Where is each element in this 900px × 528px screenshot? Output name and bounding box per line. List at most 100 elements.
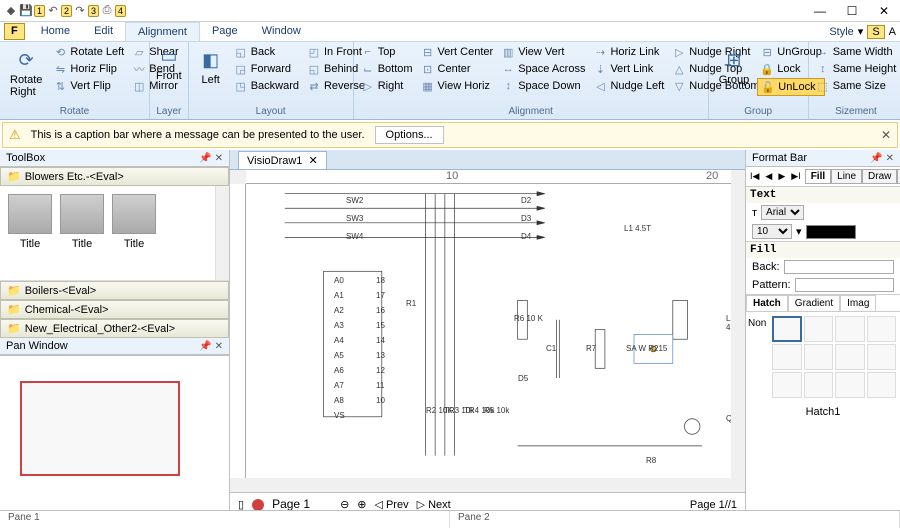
list-item[interactable]: Title	[112, 194, 156, 272]
vert-flip-button[interactable]: ⇅Vert Flip	[50, 78, 127, 94]
fmt-tab-draw[interactable]: Draw	[862, 169, 897, 184]
pattern-color-input[interactable]	[795, 278, 894, 292]
ic-pin: 17	[376, 291, 385, 300]
nav-next-icon[interactable]: ▶	[776, 171, 787, 182]
qat-undo-icon[interactable]: ↶	[46, 4, 60, 18]
fmt-tab-line[interactable]: Line	[831, 169, 862, 184]
style-code[interactable]: S	[867, 25, 884, 39]
cat-blowers[interactable]: 📁Blowers Etc.-<Eval>	[0, 167, 229, 186]
pin-icon[interactable]: 📌 ✕	[199, 153, 223, 164]
rotate-right-button[interactable]: ⟳ Rotate Right	[4, 44, 48, 102]
minimize-button[interactable]: —	[808, 2, 832, 20]
center-button[interactable]: ⊡Center	[418, 61, 497, 77]
cat-chemical[interactable]: 📁Chemical-<Eval>	[0, 300, 229, 319]
nav-prev-icon[interactable]: ◀	[763, 171, 774, 182]
hatch-cell[interactable]	[804, 344, 833, 370]
space-down-button[interactable]: ↕Space Down	[498, 78, 588, 94]
mirror-icon: ◫	[132, 79, 146, 93]
drawing-canvas[interactable]: SW2 SW3 SW4 D2 D3 D4 R6 10 K C1 D5 R7 SA…	[246, 184, 731, 478]
label-r7: R7	[586, 344, 596, 353]
dropdown-icon[interactable]: ▾	[796, 225, 802, 238]
front-button[interactable]: ▭Front	[154, 44, 184, 82]
color-swatch[interactable]	[806, 225, 856, 239]
maximize-button[interactable]: ☐	[840, 2, 864, 20]
tab-window[interactable]: Window	[250, 22, 313, 41]
nav-last-icon[interactable]: ▶I	[789, 171, 802, 182]
same-width-button[interactable]: ↔Same Width	[813, 44, 900, 60]
style-dropdown-icon[interactable]: ▾	[858, 25, 864, 38]
hatch-cell[interactable]	[804, 372, 833, 398]
hatch-tab-gradient[interactable]: Gradient	[788, 295, 840, 311]
pan-preview-rect[interactable]	[20, 381, 180, 476]
group-button[interactable]: ⊞Group	[713, 44, 756, 90]
horizontal-ruler[interactable]: 10 20	[246, 170, 731, 184]
forward-button[interactable]: ◲Forward	[231, 61, 302, 77]
vert-link-button[interactable]: ⇣Vert Link	[590, 61, 667, 77]
cat-boilers[interactable]: 📁Boilers-<Eval>	[0, 281, 229, 300]
hatch-cell[interactable]	[772, 344, 801, 370]
file-menu[interactable]: F	[4, 23, 25, 40]
toolbox-header: ToolBox 📌 ✕	[0, 150, 229, 167]
back-color-input[interactable]	[784, 260, 894, 274]
close-button[interactable]: ✕	[872, 2, 896, 20]
hatch-cell[interactable]	[772, 316, 801, 342]
scrollbar[interactable]	[215, 186, 229, 280]
cat-electrical[interactable]: 📁New_Electrical_Other2-<Eval>	[0, 319, 229, 338]
label-r8: R8	[646, 456, 656, 465]
backward-button[interactable]: ◳Backward	[231, 78, 302, 94]
hatch-cell[interactable]	[772, 372, 801, 398]
fmt-tab-fill[interactable]: Fill	[805, 169, 831, 184]
layout-left-button[interactable]: ◧Left	[193, 44, 229, 90]
rotate-left-button[interactable]: ⟲Rotate Left	[50, 44, 127, 60]
caption-text: This is a caption bar where a message ca…	[31, 129, 365, 141]
close-icon[interactable]: ✕	[308, 154, 317, 167]
hatch-cell[interactable]	[835, 316, 864, 342]
list-item[interactable]: Title	[60, 194, 104, 272]
vert-center-button[interactable]: ⊟Vert Center	[418, 44, 497, 60]
tab-page[interactable]: Page	[200, 22, 250, 41]
hatch-cell[interactable]	[835, 344, 864, 370]
horiz-link-button[interactable]: ⇢Horiz Link	[590, 44, 667, 60]
ic-pin: A1	[334, 291, 344, 300]
hatch-cell[interactable]	[835, 372, 864, 398]
label-l2: L2 4.5T	[726, 314, 731, 332]
tab-home[interactable]: Home	[29, 22, 82, 41]
align-bottom-button[interactable]: ⌙Bottom	[358, 61, 416, 77]
pin-icon[interactable]: 📌 ✕	[870, 153, 894, 164]
tab-alignment[interactable]: Alignment	[125, 22, 200, 41]
space-across-button[interactable]: ↔Space Across	[498, 61, 588, 77]
hatch-cell[interactable]	[867, 372, 896, 398]
pin-icon[interactable]: 📌 ✕	[199, 341, 223, 352]
view-vert-button[interactable]: ▥View Vert	[498, 44, 588, 60]
hatch-cell[interactable]	[867, 344, 896, 370]
back-button[interactable]: ◱Back	[231, 44, 302, 60]
record-icon[interactable]	[252, 499, 264, 511]
font-select[interactable]: Arial	[761, 205, 804, 220]
horiz-flip-button[interactable]: ⇋Horiz Flip	[50, 61, 127, 77]
hatch-tab-image[interactable]: Imag	[840, 295, 876, 311]
pan-window[interactable]	[0, 355, 229, 516]
qat-print-icon[interactable]: ⎙	[100, 4, 114, 18]
shape-gallery[interactable]: Title Title Title	[0, 186, 229, 281]
options-button[interactable]: Options...	[375, 126, 444, 144]
hatch-cell[interactable]	[804, 316, 833, 342]
qat-save-icon[interactable]: 💾	[19, 4, 33, 18]
caption-close-button[interactable]: ✕	[881, 128, 891, 142]
same-height-button[interactable]: ↕Same Height	[813, 61, 900, 77]
align-right-button[interactable]: ▷Right	[358, 78, 416, 94]
nudge-left-button[interactable]: ◁Nudge Left	[590, 78, 667, 94]
align-top-button[interactable]: ⌐Top	[358, 44, 416, 60]
same-size-button[interactable]: ⬚Same Size	[813, 78, 900, 94]
nav-first-icon[interactable]: I◀	[748, 171, 761, 182]
fontsize-select[interactable]: 10	[752, 224, 792, 239]
view-horiz-button[interactable]: ▦View Horiz	[418, 78, 497, 94]
hatch-tab-hatch[interactable]: Hatch	[746, 295, 788, 311]
style-a-icon[interactable]: A	[889, 26, 896, 38]
tab-edit[interactable]: Edit	[82, 22, 125, 41]
list-item[interactable]: Title	[8, 194, 52, 272]
ic-pin: 15	[376, 321, 385, 330]
doc-tab[interactable]: VisioDraw1 ✕	[238, 151, 327, 169]
hatch-cell[interactable]	[867, 316, 896, 342]
qat-redo-icon[interactable]: ↷	[73, 4, 87, 18]
vertical-ruler[interactable]	[230, 184, 246, 478]
